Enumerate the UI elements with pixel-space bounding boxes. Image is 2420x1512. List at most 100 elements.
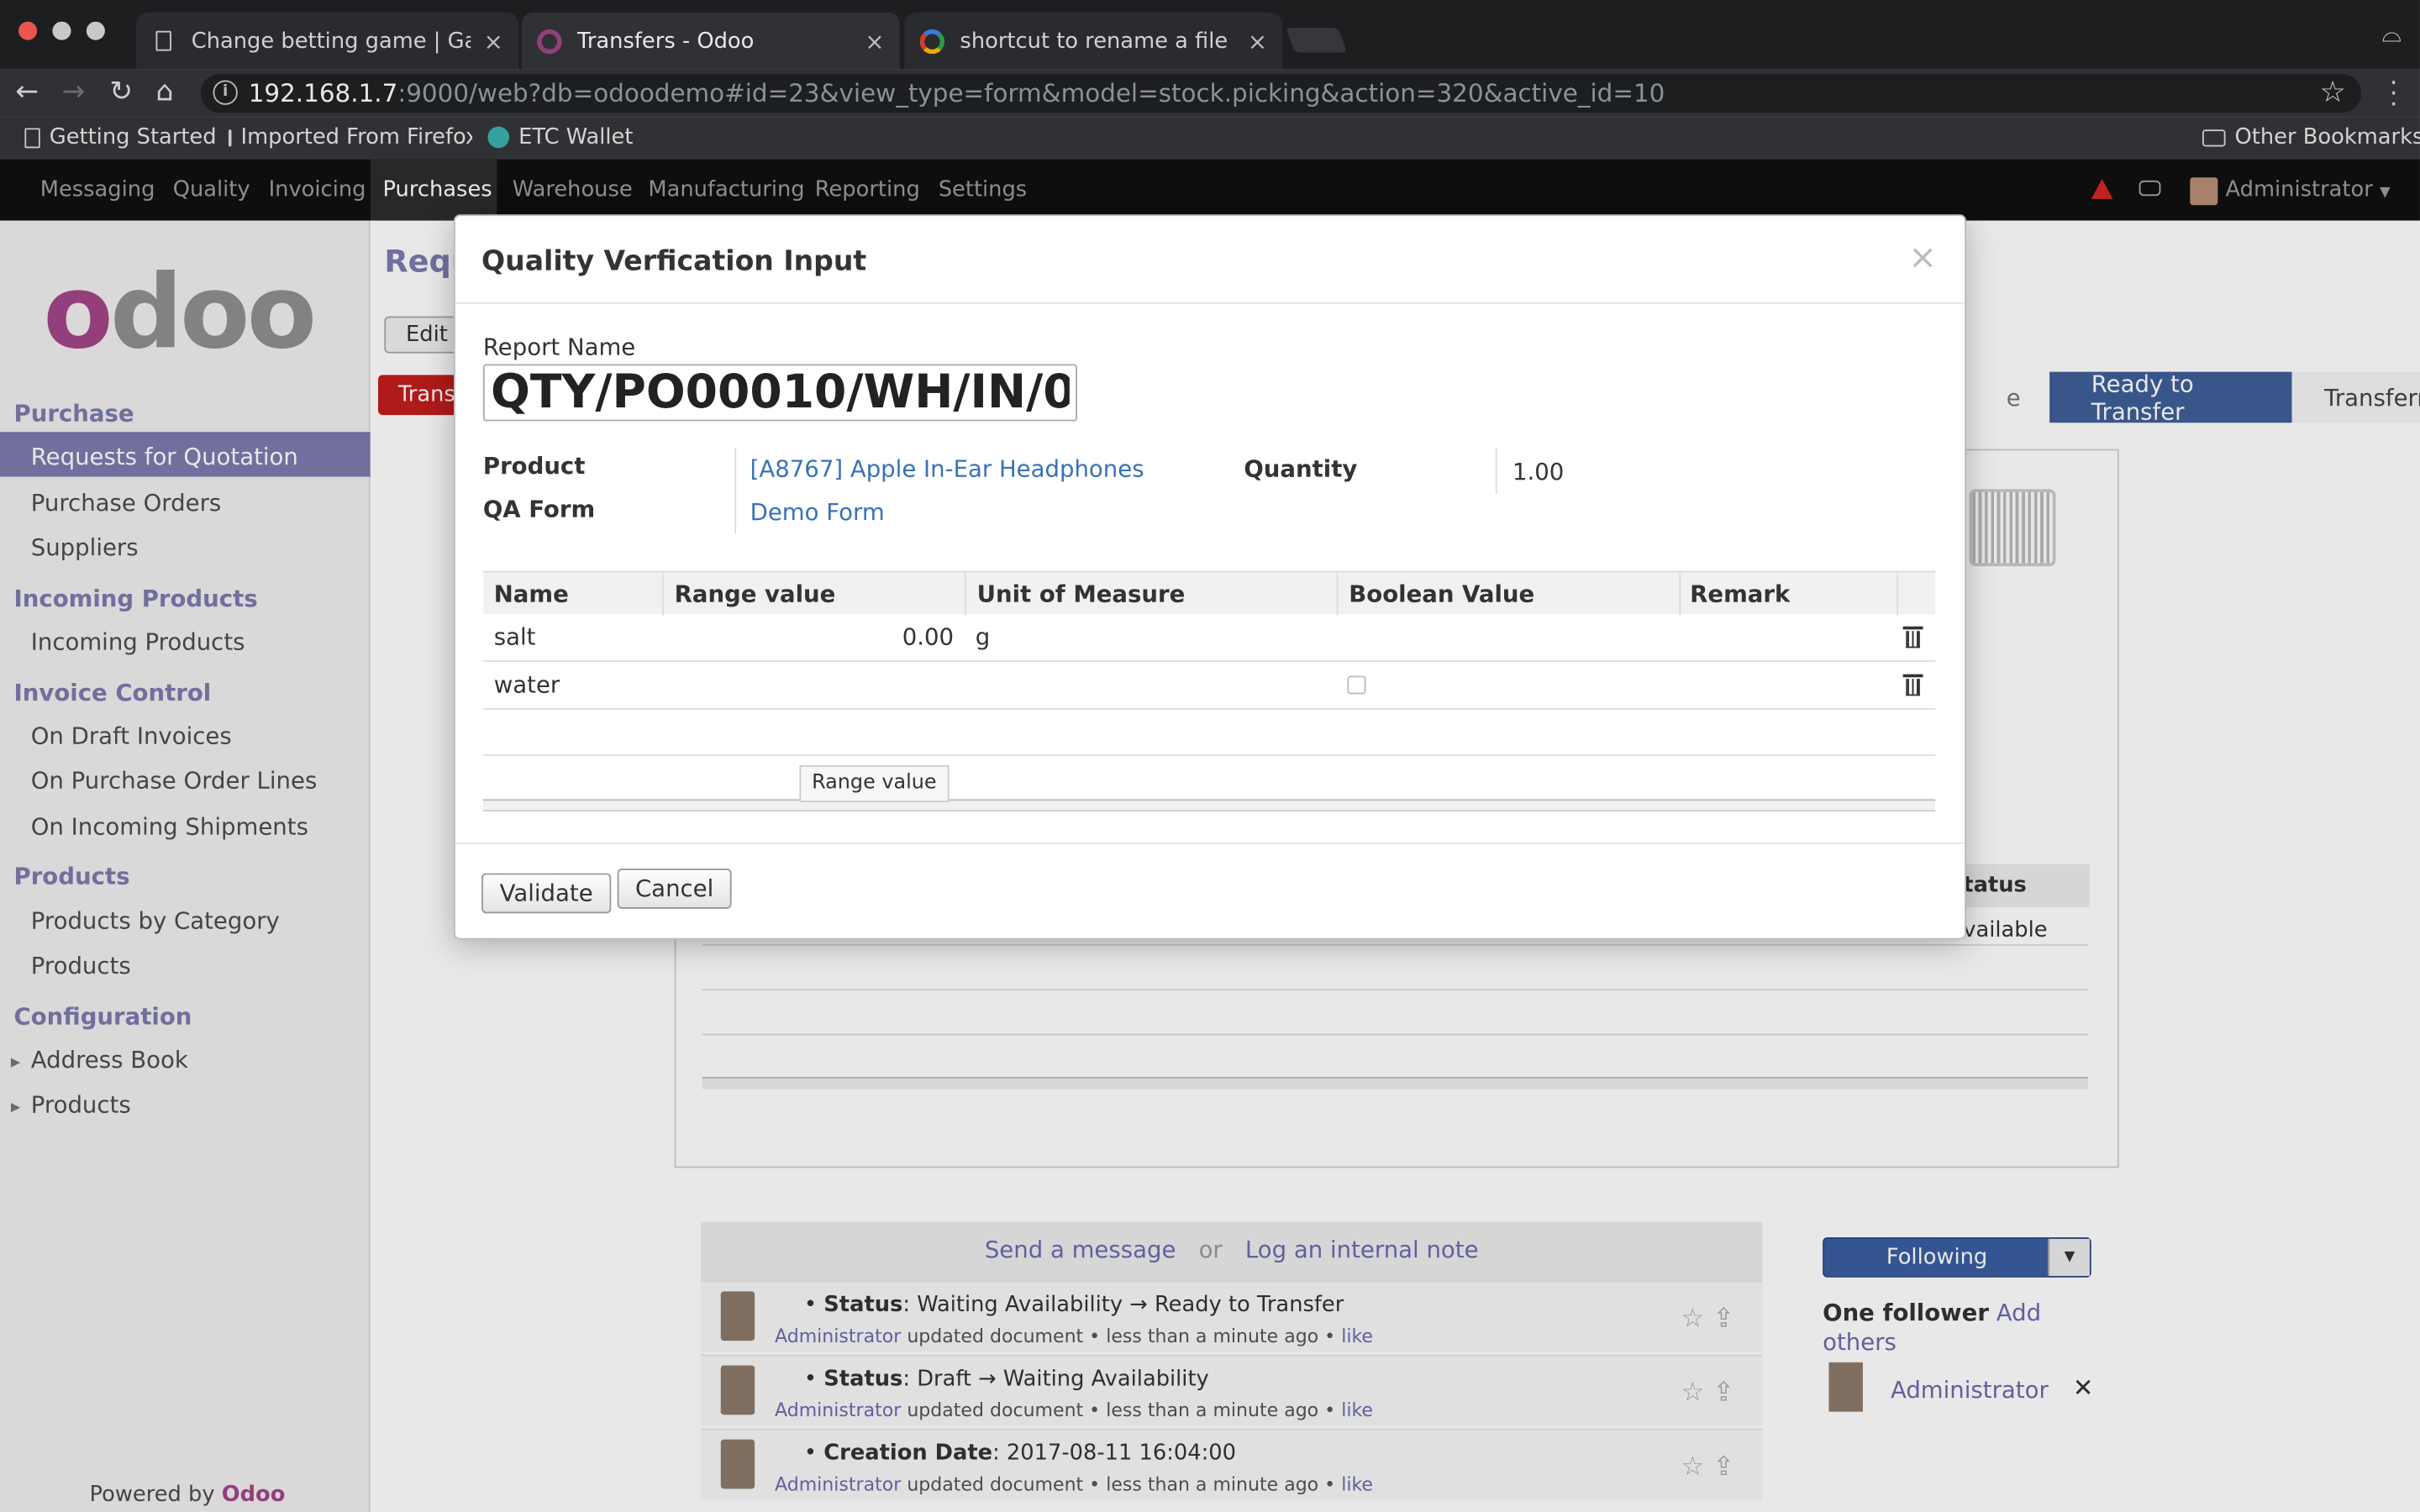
status-step-transferred[interactable]: Transferred bbox=[2291, 371, 2420, 423]
bookmark-imported-firefox[interactable]: Imported From Firefox bbox=[228, 125, 472, 150]
bookmark-getting-started[interactable]: Getting Started bbox=[24, 125, 217, 150]
maximize-window-button[interactable] bbox=[86, 21, 105, 40]
info-icon[interactable]: i bbox=[213, 80, 238, 105]
forward-arrow-icon[interactable]: → bbox=[61, 76, 85, 108]
menu-messaging[interactable]: Messaging bbox=[40, 177, 155, 202]
table-row[interactable]: water bbox=[482, 662, 1936, 710]
like-link[interactable]: like bbox=[1341, 1326, 1373, 1347]
sidebar-item-products[interactable]: Products bbox=[31, 952, 131, 979]
other-bookmarks[interactable]: Other Bookmarks bbox=[2202, 125, 2420, 150]
close-icon[interactable]: × bbox=[1908, 241, 1937, 276]
sidebar-item-on-draft-invoices[interactable]: On Draft Invoices bbox=[31, 722, 232, 750]
sidebar-item-suppliers[interactable]: Suppliers bbox=[31, 533, 139, 561]
back-arrow-icon[interactable]: ← bbox=[15, 76, 39, 108]
send-message-link[interactable]: Send a message bbox=[985, 1236, 1176, 1263]
cancel-button[interactable]: Cancel bbox=[617, 869, 732, 909]
browser-menu-icon[interactable]: · · · bbox=[2389, 71, 2398, 117]
avatar[interactable] bbox=[2190, 177, 2218, 206]
menu-settings[interactable]: Settings bbox=[939, 177, 1027, 202]
close-icon[interactable]: × bbox=[865, 27, 884, 55]
expand-triangle-icon[interactable]: ▶ bbox=[11, 1055, 20, 1069]
address-bar[interactable]: i 192.168.1.7:9000/web?db=odoodemo#id=23… bbox=[200, 74, 2362, 113]
browser-tab-bar: Change betting game | Gambli × Transfers… bbox=[0, 0, 2420, 70]
sidebar-item-address-book[interactable]: Address Book bbox=[31, 1046, 188, 1074]
user-menu[interactable]: Administrator ▼ bbox=[2226, 177, 2391, 202]
trash-icon[interactable] bbox=[1902, 626, 1923, 648]
warning-icon[interactable] bbox=[2091, 179, 2113, 199]
close-icon[interactable]: × bbox=[1248, 27, 1267, 55]
close-icon[interactable]: × bbox=[484, 27, 503, 55]
star-icon[interactable]: ☆ bbox=[1681, 1452, 1704, 1483]
sidebar-item-on-purchase-order-lines[interactable]: On Purchase Order Lines bbox=[31, 767, 318, 795]
divider bbox=[702, 989, 2089, 991]
minimize-window-button[interactable] bbox=[52, 21, 71, 40]
sidebar-item-purchase-orders[interactable]: Purchase Orders bbox=[31, 489, 222, 517]
column-header-remark[interactable]: Remark bbox=[1690, 580, 1790, 608]
validate-button[interactable]: Validate bbox=[481, 873, 612, 914]
column-header-boolean-value[interactable]: Boolean Value bbox=[1349, 580, 1534, 608]
powered-by: Powered by Odoo bbox=[89, 1483, 286, 1508]
bookmark-star-icon[interactable]: ☆ bbox=[2319, 76, 2345, 109]
author-link[interactable]: Administrator bbox=[775, 1326, 901, 1347]
home-icon[interactable]: ⌂ bbox=[156, 76, 174, 108]
star-icon[interactable]: ☆ bbox=[1681, 1304, 1704, 1335]
sidebar-section-configuration: Configuration bbox=[13, 1002, 192, 1031]
browser-toolbar: ← → ↻ ⌂ i 192.168.1.7:9000/web?db=odoode… bbox=[0, 69, 2420, 118]
column-header-name[interactable]: Name bbox=[494, 580, 569, 608]
reply-icon[interactable]: ⇪ bbox=[1712, 1452, 1734, 1483]
author-link[interactable]: Administrator bbox=[775, 1399, 901, 1421]
status-column-header: tatus bbox=[1956, 864, 2090, 907]
menu-warehouse[interactable]: Warehouse bbox=[513, 177, 633, 202]
author-link[interactable]: Administrator bbox=[775, 1473, 901, 1495]
status-step-ready[interactable]: Ready to Transfer bbox=[2049, 370, 2292, 425]
sidebar-item-config-products[interactable]: Products bbox=[31, 1091, 131, 1119]
odoo-logo[interactable]: odoo bbox=[43, 261, 317, 363]
browser-tab-2[interactable]: Transfers - Odoo × bbox=[521, 12, 900, 70]
menu-quality[interactable]: Quality bbox=[173, 177, 250, 202]
browser-tab-1[interactable]: Change betting game | Gambli × bbox=[135, 12, 519, 70]
menu-manufacturing[interactable]: Manufacturing bbox=[648, 177, 804, 202]
follower-name[interactable]: Administrator bbox=[1891, 1376, 2049, 1404]
table-row[interactable]: salt 0.00 g bbox=[482, 614, 1936, 662]
page-icon bbox=[24, 127, 40, 148]
following-button[interactable]: Following ▼ bbox=[1823, 1237, 2091, 1278]
sidebar-item-requests-for-quotation[interactable]: Requests for Quotation bbox=[31, 443, 298, 470]
status-step-partial[interactable]: e bbox=[1975, 372, 2049, 423]
reply-icon[interactable]: ⇪ bbox=[1712, 1304, 1734, 1335]
url-text[interactable]: 192.168.1.7:9000/web?db=odoodemo#id=23&v… bbox=[249, 79, 1665, 108]
expand-triangle-icon[interactable]: ▶ bbox=[11, 1100, 20, 1115]
like-link[interactable]: like bbox=[1341, 1399, 1373, 1421]
remove-follower-icon[interactable]: ✕ bbox=[2073, 1373, 2094, 1403]
menu-invoicing[interactable]: Invoicing bbox=[269, 177, 366, 202]
bookmark-etc-wallet[interactable]: ETC Wallet bbox=[487, 125, 633, 150]
star-icon[interactable]: ☆ bbox=[1681, 1378, 1704, 1409]
odoo-link[interactable]: Odoo bbox=[222, 1483, 286, 1507]
table-header: Name Range value Unit of Measure Boolean… bbox=[482, 570, 1936, 616]
browser-tab-3[interactable]: shortcut to rename a file in ma × bbox=[904, 12, 1283, 70]
menu-purchases[interactable]: Purchases bbox=[383, 177, 492, 202]
sidebar-item-incoming-products[interactable]: Incoming Products bbox=[31, 628, 245, 656]
report-name-input[interactable] bbox=[482, 364, 1078, 422]
reply-icon[interactable]: ⇪ bbox=[1712, 1378, 1734, 1409]
chat-icon[interactable] bbox=[2139, 180, 2161, 197]
product-link[interactable]: [A8767] Apple In-Ear Headphones bbox=[750, 455, 1144, 483]
reload-icon[interactable]: ↻ bbox=[109, 76, 133, 108]
like-link[interactable]: like bbox=[1341, 1473, 1373, 1495]
log-note-link[interactable]: Log an internal note bbox=[1245, 1236, 1479, 1263]
sidebar-item-products-by-category[interactable]: Products by Category bbox=[31, 907, 280, 935]
caret-down-icon[interactable]: ▼ bbox=[2048, 1238, 2090, 1276]
cell-name[interactable]: water bbox=[494, 671, 560, 699]
column-header-unit-of-measure[interactable]: Unit of Measure bbox=[977, 580, 1186, 608]
cell-unit-of-measure[interactable]: g bbox=[976, 623, 991, 651]
sidebar-item-on-incoming-shipments[interactable]: On Incoming Shipments bbox=[31, 813, 308, 841]
divider bbox=[1495, 447, 1497, 494]
boolean-value-checkbox[interactable] bbox=[1347, 675, 1366, 695]
new-tab-button[interactable] bbox=[1286, 28, 1348, 53]
cell-name[interactable]: salt bbox=[494, 623, 536, 651]
menu-reporting[interactable]: Reporting bbox=[815, 177, 920, 202]
column-header-range-value[interactable]: Range value bbox=[675, 580, 836, 608]
qa-form-link[interactable]: Demo Form bbox=[750, 498, 885, 526]
cell-range-value[interactable]: 0.00 bbox=[869, 623, 954, 651]
close-window-button[interactable] bbox=[18, 21, 38, 40]
trash-icon[interactable] bbox=[1902, 674, 1923, 696]
